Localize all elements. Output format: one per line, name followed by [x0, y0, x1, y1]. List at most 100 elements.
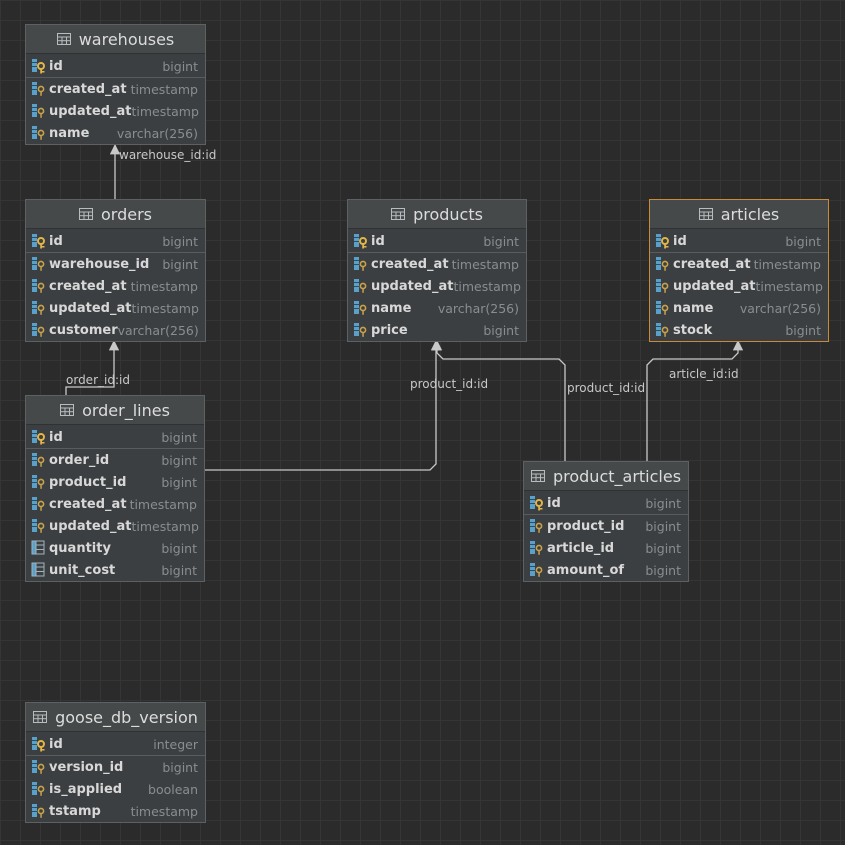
- column-key-icon: [31, 803, 49, 819]
- entity-order-lines[interactable]: order_lines id bigint order_id bigint product…: [25, 395, 205, 582]
- column-name: updated_at: [49, 103, 132, 119]
- column-row[interactable]: tstamp timestamp: [26, 800, 205, 822]
- entity-title: goose_db_version: [55, 707, 198, 727]
- relation-label: order_id:id: [66, 373, 130, 387]
- column-key-icon: [31, 496, 49, 512]
- entity-warehouses[interactable]: warehouses id bigint created_at timestamp upd…: [25, 24, 206, 145]
- column-row[interactable]: updated_at timestamp: [26, 100, 205, 122]
- column-row[interactable]: unit_cost bigint: [26, 559, 204, 581]
- column-row[interactable]: customer varchar(256): [26, 319, 205, 341]
- column-name: product_id: [49, 474, 127, 490]
- column-row[interactable]: created_at timestamp: [650, 253, 828, 275]
- primary-key-icon: [31, 736, 49, 752]
- entity-goose-db-version[interactable]: goose_db_versionid integer version_id bigin…: [25, 702, 206, 823]
- column-key-icon: [353, 278, 371, 294]
- column-type: timestamp: [131, 518, 199, 534]
- column-row[interactable]: name varchar(256): [650, 297, 828, 319]
- column-row[interactable]: updated_at timestamp: [650, 275, 828, 297]
- column-row[interactable]: price bigint: [348, 319, 526, 341]
- column-row[interactable]: product_id bigint: [26, 471, 204, 493]
- entity-header[interactable]: articles: [650, 200, 828, 229]
- column-type: boolean: [148, 781, 198, 797]
- column-row[interactable]: name varchar(256): [26, 122, 205, 144]
- relation-line-product-articles-to-articles[interactable]: [646, 339, 744, 461]
- column-row[interactable]: id bigint: [26, 230, 205, 253]
- column-row[interactable]: updated_at timestamp: [26, 297, 205, 319]
- entity-header[interactable]: products: [348, 200, 526, 229]
- column-row[interactable]: updated_at timestamp: [26, 515, 204, 537]
- table-icon: [56, 33, 71, 45]
- relation-line-order-lines-to-products[interactable]: [205, 339, 442, 471]
- entity-header[interactable]: goose_db_version: [26, 703, 205, 732]
- entity-products[interactable]: products id bigint created_at timestamp updat…: [347, 199, 527, 342]
- column-name: id: [49, 429, 63, 445]
- column-name: tstamp: [49, 803, 101, 819]
- column-row[interactable]: updated_at timestamp: [348, 275, 526, 297]
- column-row[interactable]: id bigint: [26, 426, 204, 449]
- column-type: varchar(256): [117, 322, 199, 338]
- column-row[interactable]: version_id bigint: [26, 756, 205, 778]
- column-name: id: [673, 233, 687, 249]
- column-row[interactable]: amount_of bigint: [524, 559, 688, 581]
- column-type: bigint: [162, 58, 198, 74]
- column-key-icon: [655, 300, 673, 316]
- column-type: bigint: [785, 233, 821, 249]
- relation-label: warehouse_id:id: [119, 148, 217, 162]
- column-key-icon: [353, 256, 371, 272]
- column-row[interactable]: is_applied boolean: [26, 778, 205, 800]
- column-type: varchar(256): [116, 125, 198, 141]
- column-name: created_at: [49, 496, 127, 512]
- column-key-icon: [31, 278, 49, 294]
- entity-header[interactable]: orders: [26, 200, 205, 229]
- column-row[interactable]: created_at timestamp: [26, 275, 205, 297]
- column-row[interactable]: id bigint: [524, 492, 688, 515]
- column-row[interactable]: id bigint: [348, 230, 526, 253]
- column-row[interactable]: created_at timestamp: [26, 493, 204, 515]
- column-row[interactable]: stock bigint: [650, 319, 828, 341]
- column-row[interactable]: article_id bigint: [524, 537, 688, 559]
- column-name: created_at: [673, 256, 751, 272]
- column-type: timestamp: [453, 278, 521, 294]
- column-key-icon: [31, 781, 49, 797]
- column-name: created_at: [371, 256, 449, 272]
- column-type: timestamp: [451, 256, 519, 272]
- column-name: id: [49, 736, 63, 752]
- column-name: is_applied: [49, 781, 123, 797]
- column-key-icon: [529, 540, 547, 556]
- entity-header[interactable]: product_articles: [524, 462, 688, 491]
- column-type: bigint: [645, 495, 681, 511]
- column-key-icon: [529, 518, 547, 534]
- column-type: bigint: [161, 452, 197, 468]
- entity-title: products: [413, 204, 483, 224]
- entity-orders[interactable]: orders id bigint warehouse_id bigint created_…: [25, 199, 206, 342]
- table-icon: [60, 404, 75, 416]
- column-key-icon: [31, 759, 49, 775]
- column-type: timestamp: [753, 256, 821, 272]
- table-icon: [698, 208, 713, 220]
- entity-header[interactable]: warehouses: [26, 25, 205, 54]
- column-type: bigint: [161, 540, 197, 556]
- column-name: unit_cost: [49, 562, 116, 578]
- column-row[interactable]: quantity bigint: [26, 537, 204, 559]
- diagram-canvas[interactable]: warehouses id bigint created_at timestamp upd…: [0, 0, 845, 845]
- column-row[interactable]: name varchar(256): [348, 297, 526, 319]
- column-row[interactable]: id bigint: [650, 230, 828, 253]
- entity-articles[interactable]: articles id bigint created_at timestamp updat…: [649, 199, 829, 342]
- column-row[interactable]: created_at timestamp: [26, 78, 205, 100]
- entity-product-articles[interactable]: product_articles id bigint product_id bigint…: [523, 461, 689, 582]
- column-type: integer: [153, 736, 198, 752]
- entity-header[interactable]: order_lines: [26, 396, 204, 425]
- relation-line-product-articles-to-products[interactable]: [431, 339, 566, 461]
- column-row[interactable]: id integer: [26, 733, 205, 756]
- column-row[interactable]: created_at timestamp: [348, 253, 526, 275]
- column-name: customer: [49, 322, 118, 338]
- column-type: timestamp: [130, 803, 198, 819]
- column-type: varchar(256): [739, 300, 821, 316]
- column-type: bigint: [645, 518, 681, 534]
- entity-title: order_lines: [82, 400, 170, 420]
- column-row[interactable]: product_id bigint: [524, 515, 688, 537]
- column-row[interactable]: warehouse_id bigint: [26, 253, 205, 275]
- column-row[interactable]: id bigint: [26, 55, 205, 78]
- column-row[interactable]: order_id bigint: [26, 449, 204, 471]
- column-key-icon: [31, 81, 49, 97]
